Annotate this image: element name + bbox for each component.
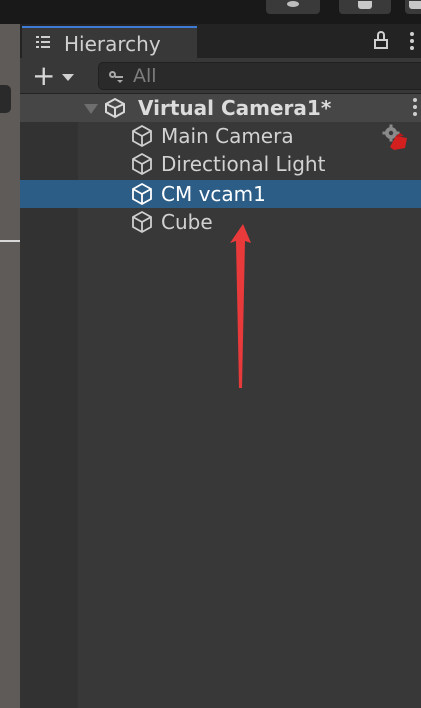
toolbar-button[interactable] — [339, 0, 391, 14]
plus-icon: + — [32, 59, 56, 92]
tab-label: Hierarchy — [64, 32, 161, 56]
foldout-arrow-icon[interactable] — [84, 104, 98, 114]
editor-toolbar — [0, 0, 421, 24]
toolbar-button[interactable] — [405, 0, 421, 14]
search-input[interactable]: All — [98, 62, 421, 90]
item-label: Main Camera — [161, 124, 294, 148]
gizmo-icon — [287, 1, 299, 7]
create-dropdown-button[interactable]: + — [30, 62, 80, 90]
tab-bar: Hierarchy — [20, 24, 421, 58]
scene-search-field[interactable] — [0, 85, 11, 113]
list-item-cube[interactable]: Cube — [20, 208, 421, 236]
panel-menu-icon[interactable] — [410, 32, 414, 53]
unity-editor: Hierarchy + All Virtual Camera1* Main Ca… — [0, 0, 421, 708]
cube-icon — [132, 210, 152, 234]
list-item-directional-light[interactable]: Directional Light — [20, 150, 421, 178]
item-label: CM vcam1 — [161, 182, 266, 206]
scene-view-edge — [0, 24, 20, 708]
cube-icon — [132, 152, 152, 176]
unity-logo-icon — [105, 97, 125, 119]
gear-badge-icon[interactable] — [380, 124, 408, 150]
tab-hierarchy[interactable]: Hierarchy — [22, 26, 197, 58]
item-label: Directional Light — [161, 152, 326, 176]
toolbar-button[interactable] — [266, 0, 320, 14]
scene-header-row[interactable]: Virtual Camera1* — [20, 94, 421, 122]
scene-grid-line — [0, 240, 20, 242]
list-item-cm-vcam1[interactable]: CM vcam1 — [20, 180, 421, 208]
caret-down-icon — [62, 74, 74, 81]
hierarchy-list-icon — [36, 36, 50, 48]
cube-icon — [132, 182, 152, 206]
lock-icon[interactable] — [374, 31, 388, 49]
item-label: Cube — [161, 210, 213, 234]
cube-icon — [132, 124, 152, 148]
toolbar-icon — [358, 1, 372, 9]
hierarchy-toolbar: + All — [20, 58, 421, 94]
scene-name: Virtual Camera1* — [138, 96, 332, 120]
scene-menu-icon[interactable] — [413, 98, 417, 119]
search-placeholder: All — [133, 65, 157, 87]
hierarchy-panel: Hierarchy + All Virtual Camera1* Main Ca… — [20, 24, 421, 708]
toolbar-icon — [409, 1, 421, 9]
list-item-main-camera[interactable]: Main Camera — [20, 122, 421, 150]
search-icon[interactable] — [109, 69, 125, 83]
hierarchy-tree: Virtual Camera1* Main Camera Directional… — [20, 94, 421, 708]
